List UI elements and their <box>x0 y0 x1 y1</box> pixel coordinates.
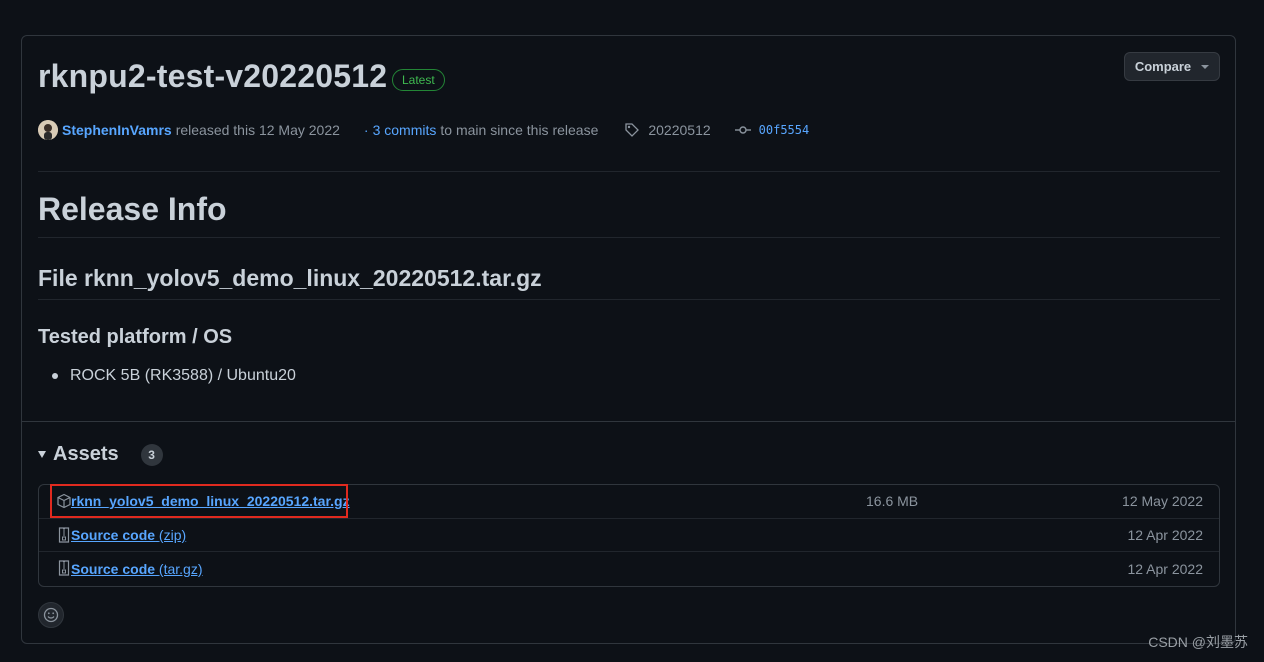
asset-link[interactable]: Source code (tar.gz) <box>71 561 203 577</box>
released-text: released this 12 May 2022 <box>175 122 340 138</box>
asset-date: 12 May 2022 <box>1122 493 1203 510</box>
list-item-text: ROCK 5B (RK3588) / Ubuntu20 <box>70 367 296 384</box>
assets-toggle[interactable]: Assets 3 <box>38 443 163 466</box>
asset-row[interactable]: rknn_yolov5_demo_linux_20220512.tar.gz 1… <box>39 484 1219 519</box>
asset-link-ext: (tar.gz) <box>158 560 203 577</box>
section-divider <box>22 421 1235 422</box>
commits-separator: · <box>363 122 369 138</box>
divider <box>38 237 1220 238</box>
tag-icon <box>625 123 640 137</box>
asset-date: 12 Apr 2022 <box>1127 560 1203 577</box>
commits-link[interactable]: 3 commits <box>373 122 437 138</box>
tag-link[interactable]: 20220512 <box>648 122 710 138</box>
asset-link-ext: (zip) <box>158 526 187 543</box>
asset-link[interactable]: Source code (zip) <box>71 527 186 543</box>
zip-file-icon <box>58 560 70 576</box>
compare-label: Compare <box>1134 59 1192 74</box>
package-icon <box>57 493 71 509</box>
heading-tested-platform: Tested platform / OS <box>38 326 233 348</box>
commit-icon <box>734 126 751 134</box>
caret-down-icon <box>1201 64 1210 69</box>
release-title[interactable]: rknpu2-test-v20220512 <box>38 58 387 95</box>
release-meta: StephenInVamrs released this 12 May 2022… <box>38 119 809 141</box>
triangle-down-icon <box>38 451 46 458</box>
asset-size: 16.6 MB <box>866 493 919 510</box>
bullet-dot <box>52 373 58 379</box>
asset-link-label: Source code <box>71 526 156 543</box>
heading-release-info: Release Info <box>38 191 227 227</box>
asset-link[interactable]: rknn_yolov5_demo_linux_20220512.tar.gz <box>71 493 350 509</box>
divider <box>38 299 1220 300</box>
add-reaction-button[interactable] <box>38 602 64 628</box>
avatar[interactable] <box>38 120 58 140</box>
heading-file: File rknn_yolov5_demo_linux_20220512.tar… <box>38 265 542 291</box>
asset-row[interactable]: Source code (tar.gz) 12 Apr 2022 <box>39 552 1219 586</box>
asset-date: 12 Apr 2022 <box>1127 526 1203 543</box>
release-card: rknpu2-test-v20220512 Latest Compare Ste… <box>21 35 1236 644</box>
compare-button[interactable]: Compare <box>1124 52 1220 81</box>
latest-badge: Latest <box>392 69 445 91</box>
commit-hash-link[interactable]: 00f5554 <box>759 123 810 137</box>
asset-row[interactable]: Source code (zip) 12 Apr 2022 <box>39 519 1219 552</box>
author-link[interactable]: StephenInVamrs <box>62 122 172 138</box>
divider <box>38 171 1220 172</box>
watermark: CSDN @刘墨苏 <box>1148 634 1248 650</box>
assets-heading: Assets <box>53 443 119 465</box>
list-item: ROCK 5B (RK3588) / Ubuntu20 <box>52 367 296 385</box>
commits-suffix: to main since this release <box>440 122 599 138</box>
asset-link-label: Source code <box>71 560 156 577</box>
zip-file-icon <box>58 526 70 543</box>
assets-list: rknn_yolov5_demo_linux_20220512.tar.gz 1… <box>38 484 1220 587</box>
smiley-icon <box>43 607 59 623</box>
assets-count-badge: 3 <box>140 443 163 466</box>
